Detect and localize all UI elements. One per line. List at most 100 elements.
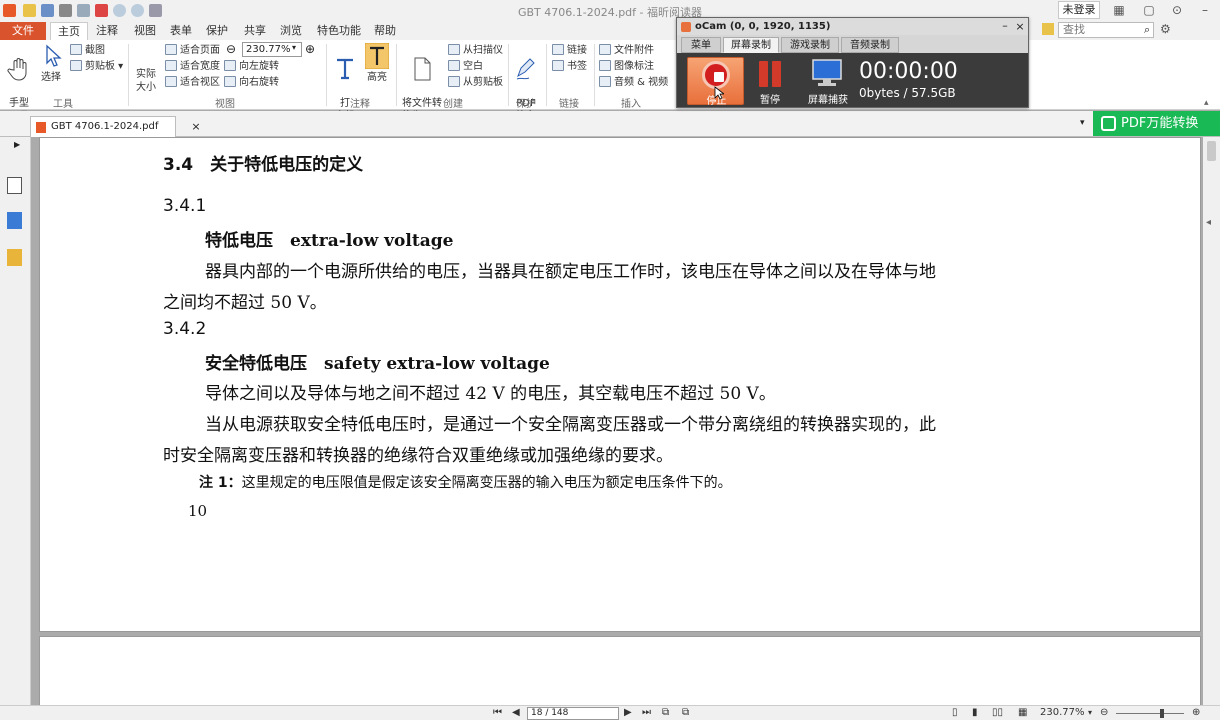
close-tab-icon[interactable]: × — [189, 117, 203, 137]
group-label-links: 链接 — [559, 99, 579, 110]
previous-view-icon[interactable]: ⧉ — [662, 706, 669, 720]
search-icon[interactable]: ⌕ — [1144, 23, 1150, 37]
zoom-slider-thumb[interactable] — [1160, 709, 1164, 718]
ocam-tab-screen-record[interactable]: 屏幕录制 — [723, 37, 779, 53]
ribbon-separator — [396, 44, 397, 106]
from-scanner-button[interactable]: 从扫描仪 — [448, 44, 503, 57]
redo-icon[interactable] — [131, 4, 144, 17]
file-attachment-button[interactable]: 文件附件 — [599, 44, 654, 57]
next-view-icon[interactable]: ⧉ — [682, 706, 689, 720]
fit-width-button[interactable]: 适合宽度 — [165, 60, 220, 73]
tab-features[interactable]: 特色功能 — [314, 22, 364, 40]
zoom-out-icon[interactable]: ⊖ — [226, 42, 236, 56]
bookmark-button[interactable]: 书签 — [552, 60, 587, 73]
zoom-out-status-icon[interactable]: ⊖ — [1100, 706, 1108, 720]
save-icon[interactable] — [41, 4, 54, 17]
previous-page-icon[interactable]: ◀ — [512, 706, 520, 720]
chevron-down-icon[interactable]: ▾ — [292, 43, 296, 52]
vertical-scrollbar[interactable]: ◂ — [1203, 137, 1220, 705]
ocam-tab-menu[interactable]: 菜单 — [681, 37, 721, 53]
collapse-ribbon-icon[interactable]: ▴ — [1204, 98, 1209, 108]
image-annotation-button[interactable]: 图像标注 — [599, 60, 654, 73]
ocam-capture-label[interactable]: 屏幕捕获 — [801, 91, 855, 106]
from-clipboard-button[interactable]: 从剪贴板 — [448, 76, 503, 89]
highlight-button[interactable]: 高亮 — [362, 43, 392, 84]
page-number-input[interactable]: 18 / 148 — [527, 707, 619, 720]
continuous-icon[interactable]: ▮ — [972, 706, 978, 720]
zoom-in-status-icon[interactable]: ⊕ — [1192, 706, 1200, 720]
ocam-minimize-icon[interactable]: – — [999, 18, 1011, 35]
search-input[interactable]: 查找 — [1058, 22, 1154, 38]
folder-icon[interactable] — [1042, 23, 1054, 35]
fit-view-button[interactable]: 适合视区 — [165, 76, 220, 89]
zoom-in-icon[interactable]: ⊕ — [305, 42, 315, 56]
tab-form[interactable]: 表单 — [166, 22, 196, 40]
layout-icon[interactable]: ▦ — [1110, 2, 1128, 18]
link-button[interactable]: 链接 — [552, 44, 587, 57]
print-icon[interactable] — [59, 4, 72, 17]
expand-panel-icon[interactable]: ▶ — [14, 140, 20, 149]
clipboard-button[interactable]: 剪贴板 ▾ — [70, 60, 123, 73]
zoom-dropdown-chevron-icon[interactable]: ▾ — [1088, 706, 1092, 720]
minimize-icon[interactable]: – — [1196, 2, 1214, 18]
undo-icon[interactable] — [113, 4, 126, 17]
scrollbar-thumb[interactable] — [1207, 141, 1216, 161]
monitor-icon[interactable] — [811, 59, 843, 87]
blank-button[interactable]: 空白 — [448, 60, 483, 73]
ocam-pause-label[interactable]: 暂停 — [753, 91, 787, 106]
ocam-bytes: 0bytes / 57.5GB — [859, 86, 956, 100]
ocam-tab-audio-record[interactable]: 音频录制 — [841, 37, 899, 53]
next-page-icon[interactable]: ▶ — [624, 706, 632, 720]
zoom-status[interactable]: 230.77% — [1040, 706, 1085, 720]
skin-icon[interactable]: ▢ — [1140, 2, 1158, 18]
customize-icon[interactable] — [149, 4, 162, 17]
tab-view[interactable]: 视图 — [130, 22, 160, 40]
screenshot-button[interactable]: 截图 — [70, 44, 105, 57]
ocam-tab-game-record[interactable]: 游戏录制 — [781, 37, 839, 53]
ocam-window: oCam (0, 0, 1920, 1135) – × 菜单 屏幕录制 游戏录制… — [676, 17, 1029, 108]
tab-protect[interactable]: 保护 — [202, 22, 232, 40]
tab-comment[interactable]: 注释 — [92, 22, 122, 40]
ocam-close-icon[interactable]: × — [1013, 18, 1027, 35]
pdf-page: 3.4 关于特低电压的定义 3.4.1 特低电压 extra-low volta… — [39, 137, 1201, 632]
audio-video-button[interactable]: 音频 & 视频 — [599, 76, 668, 89]
pdf-icon[interactable] — [95, 4, 108, 17]
gear-icon[interactable]: ⚙ — [1160, 22, 1171, 36]
page-thumbnail-icon[interactable] — [7, 177, 22, 194]
fit-page-icon — [165, 44, 177, 55]
last-page-icon[interactable]: ⏭ — [642, 706, 651, 720]
note: 注 1：这里规定的电压限值是假定该安全隔离变压器的输入电压为额定电压条件下的。 — [199, 472, 732, 492]
layers-icon[interactable] — [7, 212, 22, 229]
pause-icon-bar-left[interactable] — [759, 61, 768, 87]
login-button[interactable]: 未登录 — [1058, 1, 1100, 19]
term-safety-extra-low-voltage: 安全特低电压 safety extra-low voltage — [205, 354, 550, 374]
tab-share[interactable]: 共享 — [240, 22, 270, 40]
open-folder-icon[interactable] — [23, 4, 36, 17]
pause-icon-bar-right[interactable] — [772, 61, 781, 87]
zoom-slider-track[interactable] — [1116, 713, 1184, 714]
rotate-right-button[interactable]: 向右旋转 — [224, 76, 279, 89]
tab-home[interactable]: 主页 — [50, 22, 88, 40]
pin-icon[interactable]: ⊙ — [1168, 2, 1186, 18]
rotate-left-button[interactable]: 向左旋转 — [224, 60, 279, 73]
email-icon[interactable] — [77, 4, 90, 17]
section-number-3-4-2: 3.4.2 — [163, 319, 207, 339]
pdf-file-icon — [36, 122, 46, 133]
first-page-icon[interactable]: ⏮ — [493, 706, 502, 720]
definition-line: 时安全隔离变压器和转换器的绝缘符合双重绝缘或加强绝缘的要求。 — [163, 446, 673, 466]
tab-help[interactable]: 帮助 — [370, 22, 400, 40]
pdf-convert-button[interactable]: PDF万能转换 — [1093, 111, 1220, 136]
tab-browse[interactable]: 浏览 — [276, 22, 306, 40]
tab-list-chevron-icon[interactable]: ▾ — [1080, 118, 1085, 128]
grid-view-icon[interactable]: ▦ — [1018, 706, 1027, 720]
document-tab-label: GBT 4706.1-2024.pdf — [51, 121, 159, 132]
comments-icon[interactable] — [7, 249, 22, 266]
single-page-icon[interactable]: ▯ — [952, 706, 958, 720]
actual-size-button[interactable]: 实际 大小 — [132, 68, 160, 94]
fit-page-button[interactable]: 适合页面 — [165, 44, 220, 57]
facing-icon[interactable]: ▯▯ — [992, 706, 1003, 720]
document-tab[interactable]: GBT 4706.1-2024.pdf × — [30, 116, 201, 137]
select-button[interactable]: 选择 — [36, 43, 66, 84]
from-scanner-label: 从扫描仪 — [463, 45, 503, 56]
tab-file[interactable]: 文件 — [0, 22, 46, 40]
